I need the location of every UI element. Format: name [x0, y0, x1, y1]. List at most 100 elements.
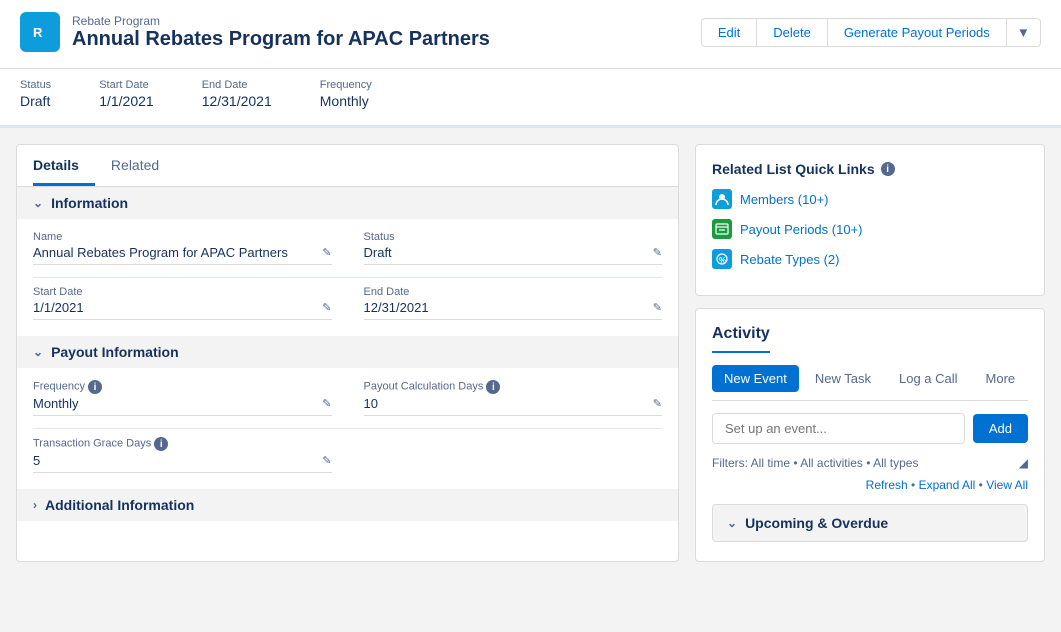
activity-links: Refresh • Expand All • View All	[712, 478, 1028, 492]
new-task-tab[interactable]: New Task	[803, 365, 883, 392]
status-value: Draft	[20, 93, 51, 109]
activity-title: Activity	[712, 325, 770, 353]
status-meta: Status Draft	[20, 79, 51, 109]
additional-chevron-icon: ›	[33, 498, 37, 512]
page-subtitle: Rebate Program	[72, 14, 490, 28]
payout-divider	[33, 428, 662, 429]
detail-tabs: Details Related	[17, 145, 678, 187]
payout-section-header[interactable]: ⌄ Payout Information	[17, 336, 678, 368]
filter-icon[interactable]: ◢	[1019, 456, 1028, 470]
members-link[interactable]: Members (10+)	[740, 192, 829, 207]
status-field: Status Draft ✎	[364, 231, 663, 265]
meta-row: Status Draft Start Date 1/1/2021 End Dat…	[0, 69, 1061, 128]
name-edit-icon[interactable]: ✎	[322, 246, 331, 259]
delete-button[interactable]: Delete	[756, 18, 827, 47]
payout-calc-value: 10 ✎	[364, 396, 663, 416]
svg-text:R: R	[33, 25, 43, 40]
status-field-label: Status	[364, 231, 663, 243]
additional-section-title: Additional Information	[45, 497, 194, 513]
activity-title-wrapper: Activity	[712, 325, 1028, 365]
frequency-field-value: Monthly ✎	[33, 396, 332, 416]
rebate-types-link[interactable]: Rebate Types (2)	[740, 252, 839, 267]
event-input[interactable]	[712, 413, 965, 444]
upcoming-section: ⌄ Upcoming & Overdue	[712, 504, 1028, 542]
payout-section-content: Frequency i Monthly ✎ Payout Calculation…	[17, 368, 678, 489]
grace-row: Transaction Grace Days i 5 ✎	[33, 437, 662, 473]
name-field-label: Name	[33, 231, 332, 243]
page-title: Annual Rebates Program for APAC Partners	[72, 28, 490, 51]
additional-section-header[interactable]: › Additional Information	[17, 489, 678, 521]
generate-payout-button[interactable]: Generate Payout Periods	[827, 18, 1006, 47]
main-layout: Details Related ⌄ Information Name Annua…	[0, 128, 1061, 578]
information-section-header[interactable]: ⌄ Information	[17, 187, 678, 219]
transaction-grace-info-icon: i	[154, 437, 168, 451]
payout-periods-link[interactable]: Payout Periods (10+)	[740, 222, 862, 237]
payout-calc-field: Payout Calculation Days i 10 ✎	[364, 380, 663, 416]
status-edit-icon[interactable]: ✎	[653, 246, 662, 259]
refresh-link[interactable]: Refresh	[866, 478, 908, 492]
payout-calc-info-icon: i	[486, 380, 500, 394]
payout-periods-icon	[712, 219, 732, 239]
name-field: Name Annual Rebates Program for APAC Par…	[33, 231, 332, 265]
information-chevron-icon: ⌄	[33, 196, 43, 210]
status-label: Status	[20, 79, 51, 91]
payout-section-title: Payout Information	[51, 344, 179, 360]
link-separator-1: •	[911, 478, 919, 492]
edit-button[interactable]: Edit	[701, 18, 756, 47]
end-date-label: End Date	[202, 79, 272, 91]
tab-related[interactable]: Related	[111, 145, 175, 186]
view-all-link[interactable]: View All	[986, 478, 1028, 492]
start-date-meta: Start Date 1/1/2021	[99, 79, 154, 109]
information-section-title: Information	[51, 195, 128, 211]
activity-tabs: New Event New Task Log a Call More	[712, 365, 1028, 401]
frequency-field-label: Frequency i	[33, 380, 332, 394]
status-field-value: Draft ✎	[364, 245, 663, 265]
upcoming-header[interactable]: ⌄ Upcoming & Overdue	[713, 505, 1027, 541]
expand-all-link[interactable]: Expand All	[919, 478, 976, 492]
actions-dropdown-button[interactable]: ▼	[1006, 18, 1041, 47]
information-section-content: Name Annual Rebates Program for APAC Par…	[17, 219, 678, 336]
upcoming-title: Upcoming & Overdue	[745, 515, 888, 531]
rebate-types-icon: %	[712, 249, 732, 269]
start-date-field: Start Date 1/1/2021 ✎	[33, 286, 332, 320]
header-title-block: Rebate Program Annual Rebates Program fo…	[72, 14, 490, 51]
start-date-edit-icon[interactable]: ✎	[322, 301, 331, 314]
header-left: R Rebate Program Annual Rebates Program …	[20, 12, 490, 52]
frequency-field: Frequency i Monthly ✎	[33, 380, 332, 416]
payout-periods-link-item: Payout Periods (10+)	[712, 219, 1028, 239]
header-actions: Edit Delete Generate Payout Periods ▼	[701, 18, 1041, 47]
payout-calc-edit-icon[interactable]: ✎	[653, 397, 662, 410]
frequency-meta: Frequency Monthly	[320, 79, 372, 109]
end-date-edit-icon[interactable]: ✎	[653, 301, 662, 314]
end-date-field-value: 12/31/2021 ✎	[364, 300, 663, 320]
more-tab[interactable]: More	[974, 365, 1028, 392]
end-date-field-label: End Date	[364, 286, 663, 298]
activity-panel: Activity New Event New Task Log a Call M…	[695, 308, 1045, 562]
frequency-edit-icon[interactable]: ✎	[322, 397, 331, 410]
end-date-value: 12/31/2021	[202, 93, 272, 109]
new-event-tab[interactable]: New Event	[712, 365, 799, 392]
frequency-info-icon: i	[88, 380, 102, 394]
transaction-grace-label: Transaction Grace Days i	[33, 437, 332, 451]
tab-details[interactable]: Details	[33, 145, 95, 186]
freq-payout-row: Frequency i Monthly ✎ Payout Calculation…	[33, 380, 662, 416]
frequency-label: Frequency	[320, 79, 372, 91]
start-date-value: 1/1/2021	[99, 93, 154, 109]
filters-text: Filters: All time • All activities • All…	[712, 456, 918, 470]
empty-field	[364, 437, 663, 473]
quick-links-title: Related List Quick Links i	[712, 161, 1028, 177]
log-call-tab[interactable]: Log a Call	[887, 365, 970, 392]
rebate-types-link-item: % Rebate Types (2)	[712, 249, 1028, 269]
event-input-row: Add	[712, 413, 1028, 444]
upcoming-chevron-icon: ⌄	[727, 516, 737, 530]
transaction-grace-field: Transaction Grace Days i 5 ✎	[33, 437, 332, 473]
quick-links-info-icon: i	[881, 162, 895, 176]
name-status-row: Name Annual Rebates Program for APAC Par…	[33, 231, 662, 265]
quick-links-panel: Related List Quick Links i Members (10+)	[695, 144, 1045, 296]
start-date-field-value: 1/1/2021 ✎	[33, 300, 332, 320]
end-date-field: End Date 12/31/2021 ✎	[364, 286, 663, 320]
add-button[interactable]: Add	[973, 414, 1028, 443]
transaction-grace-edit-icon[interactable]: ✎	[322, 454, 331, 467]
frequency-value: Monthly	[320, 93, 372, 109]
left-panel: Details Related ⌄ Information Name Annua…	[16, 144, 679, 562]
